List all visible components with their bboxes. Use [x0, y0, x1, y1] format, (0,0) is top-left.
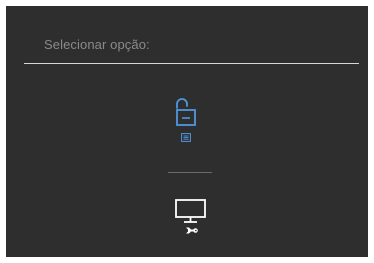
unlock-icon [176, 98, 196, 126]
menu-lock-option[interactable] [166, 97, 206, 143]
header-divider [24, 63, 359, 64]
service-tools-option[interactable] [174, 198, 208, 236]
menu-icon [181, 133, 191, 142]
monitor-wrench-icon [175, 199, 206, 234]
osd-panel: Selecionar opção: [6, 6, 368, 257]
select-option-header: Selecionar opção: [44, 37, 150, 52]
option-separator [168, 172, 212, 173]
